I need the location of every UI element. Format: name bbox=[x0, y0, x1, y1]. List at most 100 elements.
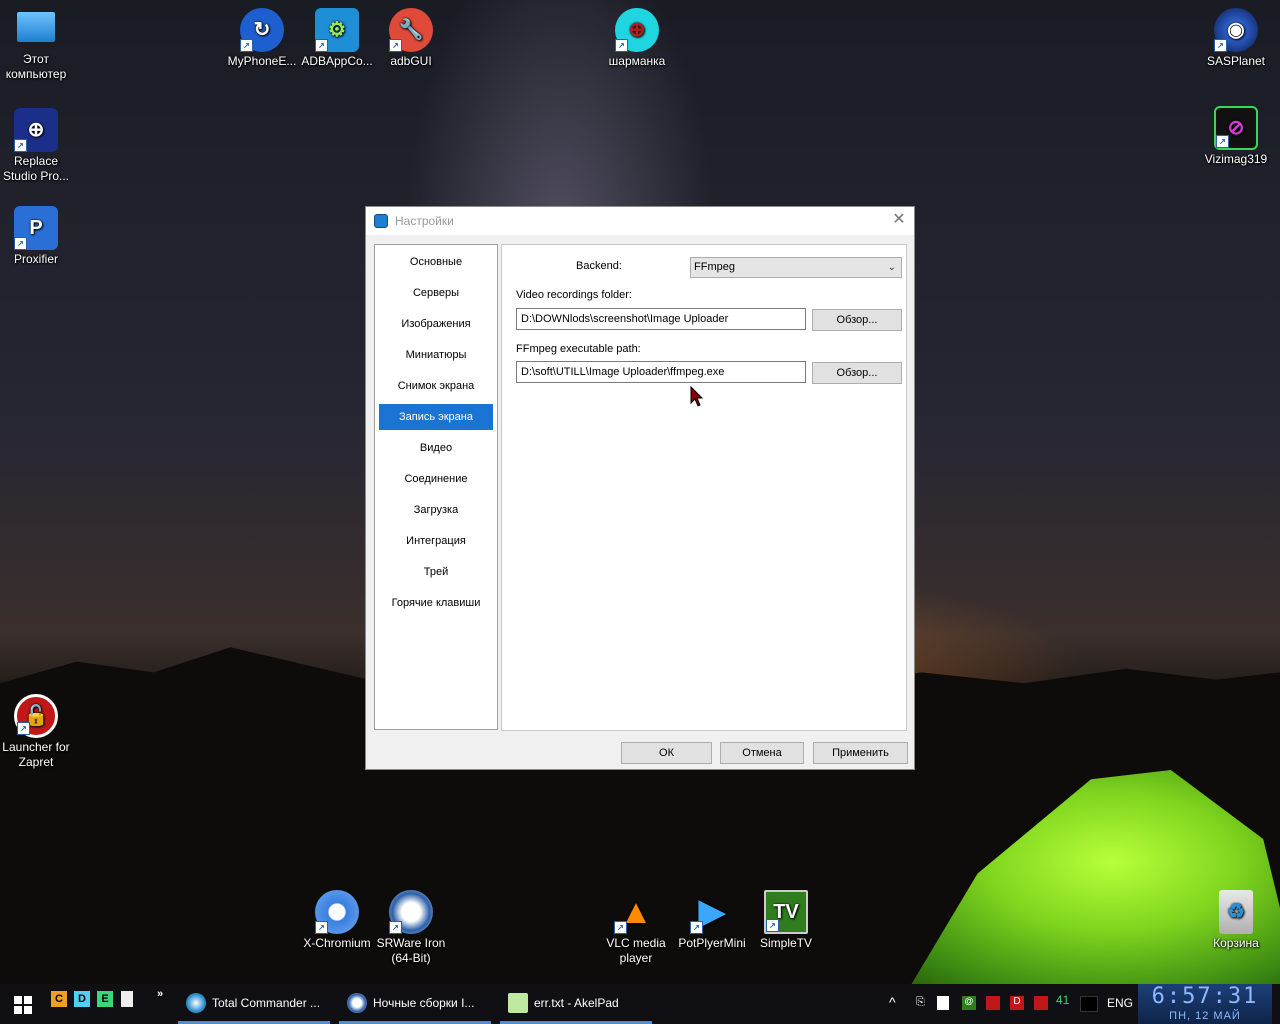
notepad-icon bbox=[508, 993, 528, 1013]
tray-app-icon[interactable] bbox=[1080, 996, 1098, 1012]
quicklaunch-overflow-button[interactable]: » bbox=[152, 986, 168, 1002]
close-icon[interactable]: ✕ bbox=[884, 207, 914, 235]
clock-time: 6:57:31 bbox=[1151, 984, 1259, 1009]
desktop-icon-vizimag[interactable]: ⊘ ↗ Vizimag319 bbox=[1198, 106, 1274, 167]
desktop-icon-label: adbGUI bbox=[390, 54, 432, 68]
chevron-down-icon: ⌄ bbox=[887, 262, 896, 273]
nav-item-hotkeys[interactable]: Горячие клавиши bbox=[379, 590, 493, 616]
backend-label: Backend: bbox=[576, 260, 622, 272]
nav-item-general[interactable]: Основные bbox=[379, 249, 493, 275]
desktop-icon-label: шарманка bbox=[608, 54, 666, 68]
nav-item-tray[interactable]: Трей bbox=[379, 559, 493, 585]
desktop-icon-label: Vizimag319 bbox=[1204, 152, 1268, 166]
iron-icon: ↗ bbox=[389, 890, 433, 934]
desktop-icon-simpletv[interactable]: TV ↗ SimpleTV bbox=[748, 890, 824, 951]
desktop-icon-replace-studio[interactable]: ⊕ ↗ Replace Studio Pro... bbox=[0, 108, 74, 184]
android-icon: ⚙ ↗ bbox=[315, 8, 359, 52]
nav-item-images[interactable]: Изображения bbox=[379, 311, 493, 337]
clock[interactable]: 6:57:31 ПН, 12 МАЙ bbox=[1138, 984, 1272, 1024]
backend-value: FFmpeg bbox=[694, 261, 735, 273]
task-akelpad[interactable]: err.txt - AkelPad bbox=[500, 984, 652, 1024]
binoculars-icon: ⊕ ↗ bbox=[14, 108, 58, 152]
desktop-icon-label: Launcher for Zapret bbox=[2, 740, 70, 769]
computer-icon bbox=[17, 12, 55, 42]
tray-app-icon[interactable]: @ bbox=[962, 996, 976, 1010]
tray-app-icon[interactable] bbox=[986, 996, 1000, 1010]
desktop-icon-label: SRWare Iron (64-Bit) bbox=[376, 936, 446, 965]
desktop-icon-this-pc[interactable]: Этот компьютер bbox=[0, 8, 74, 82]
video-folder-input[interactable]: D:\DOWNlods\screenshot\Image Uploader bbox=[516, 308, 806, 330]
apply-button[interactable]: Применить bbox=[813, 742, 908, 764]
backend-select[interactable]: FFmpeg ⌄ bbox=[690, 257, 902, 278]
windows-start-icon[interactable] bbox=[14, 996, 32, 1014]
nav-item-screen-recording[interactable]: Запись экрана bbox=[379, 404, 493, 430]
cancel-button[interactable]: Отмена bbox=[720, 742, 804, 764]
desktop-icon-label: Replace Studio Pro... bbox=[2, 154, 70, 183]
tray-overflow-chevron-icon[interactable]: ^ bbox=[889, 994, 896, 1010]
lock-icon: 🔓 ↗ bbox=[14, 694, 58, 738]
desktop-icon-label: MyPhoneE... bbox=[227, 54, 297, 68]
paperclip-icon[interactable]: ⎘ bbox=[916, 996, 925, 1009]
sync-icon: ↻ ↗ bbox=[240, 8, 284, 52]
desktop-icon-proxifier[interactable]: P ↗ Proxifier bbox=[0, 206, 74, 267]
nav-item-screenshot[interactable]: Снимок экрана bbox=[379, 373, 493, 399]
video-folder-label: Video recordings folder: bbox=[516, 289, 632, 301]
desktop-icon-label: Proxifier bbox=[13, 252, 58, 266]
tray-app-icon[interactable] bbox=[1034, 996, 1048, 1010]
desktop-icon-adbappcontrol[interactable]: ⚙ ↗ ADBAppCo... bbox=[299, 8, 375, 69]
language-indicator[interactable]: ENG bbox=[1107, 996, 1133, 1010]
browse-ffmpeg-button[interactable]: Обзор... bbox=[812, 362, 902, 384]
nav-item-upload[interactable]: Загрузка bbox=[379, 497, 493, 523]
desktop-icon-adbgui[interactable]: 🔧 ↗ adbGUI bbox=[373, 8, 449, 69]
ffmpeg-path-input[interactable]: D:\soft\UTILL\Image Uploader\ffmpeg.exe bbox=[516, 361, 806, 383]
tv-icon: TV ↗ bbox=[764, 890, 808, 934]
tray-counter[interactable]: 41 bbox=[1056, 993, 1069, 1007]
desktop-icon-launcher-zapret[interactable]: 🔓 ↗ Launcher for Zapret bbox=[0, 694, 74, 770]
desktop-icon-label: SASPlanet bbox=[1206, 54, 1266, 68]
nav-item-servers[interactable]: Серверы bbox=[379, 280, 493, 306]
mouse-cursor-icon bbox=[690, 386, 704, 407]
desktop-icon-recycle-bin[interactable]: ♻ Корзина bbox=[1198, 890, 1274, 951]
task-label: Ночные сборки I... bbox=[373, 996, 475, 1010]
desktop-icon-srware-iron[interactable]: ↗ SRWare Iron (64-Bit) bbox=[373, 890, 449, 966]
total-commander-icon bbox=[186, 993, 206, 1013]
drive-c-icon[interactable]: C bbox=[51, 991, 67, 1007]
ffmpeg-path-label: FFmpeg executable path: bbox=[516, 343, 641, 355]
planet-icon: ◉ ↗ bbox=[1214, 8, 1258, 52]
drive-e-icon[interactable]: E bbox=[97, 991, 113, 1007]
proxifier-icon: P ↗ bbox=[14, 206, 58, 250]
desktop-icon-vlc[interactable]: ▲ ↗ VLC media player bbox=[598, 890, 674, 966]
settings-panel: Backend: FFmpeg ⌄ Video recordings folde… bbox=[501, 244, 907, 731]
desktop-icon-label: X-Chromium bbox=[303, 936, 371, 950]
task-label: err.txt - AkelPad bbox=[534, 996, 619, 1010]
desktop-icon-potplayer[interactable]: ▶ ↗ PotPlyerMini bbox=[674, 890, 750, 951]
task-total-commander[interactable]: Total Commander ... bbox=[178, 984, 330, 1024]
notepad-tray-icon[interactable] bbox=[937, 996, 949, 1010]
desktop-icon-label: VLC media player bbox=[606, 936, 666, 965]
task-nightly-builds[interactable]: Ночные сборки I... bbox=[339, 984, 491, 1024]
ok-button[interactable]: ОК bbox=[621, 742, 712, 764]
desktop-icon-label: Корзина bbox=[1213, 936, 1259, 950]
nav-item-integration[interactable]: Интеграция bbox=[379, 528, 493, 554]
dialog-titlebar[interactable]: Настройки ✕ bbox=[366, 207, 914, 235]
nav-item-connection[interactable]: Соединение bbox=[379, 466, 493, 492]
globe-icon: ⊕ ↗ bbox=[615, 8, 659, 52]
play-icon: ▶ ↗ bbox=[690, 890, 734, 934]
desktop-icon-label: Этот компьютер bbox=[5, 52, 67, 81]
desktop-icon-sasplanet[interactable]: ◉ ↗ SASPlanet bbox=[1198, 8, 1274, 69]
desktop-icon-x-chromium[interactable]: ↗ X-Chromium bbox=[299, 890, 375, 951]
nav-item-video[interactable]: Видео bbox=[379, 435, 493, 461]
task-label: Total Commander ... bbox=[212, 996, 321, 1010]
drive-d-icon[interactable]: D bbox=[74, 991, 90, 1007]
recycle-bin-icon: ♻ bbox=[1219, 890, 1253, 934]
magnet-icon: ⊘ ↗ bbox=[1214, 106, 1258, 150]
browse-video-folder-button[interactable]: Обзор... bbox=[812, 309, 902, 331]
desktop-icon-sharmanka[interactable]: ⊕ ↗ шарманка bbox=[599, 8, 675, 69]
tray-app-icon[interactable]: D bbox=[1010, 996, 1024, 1010]
settings-dialog: Настройки ✕ Основные Серверы Изображения… bbox=[365, 206, 915, 770]
nav-item-thumbnails[interactable]: Миниатюры bbox=[379, 342, 493, 368]
document-icon[interactable] bbox=[121, 991, 133, 1007]
dialog-title: Настройки bbox=[395, 214, 454, 228]
vlc-icon: ▲ ↗ bbox=[614, 890, 658, 934]
desktop-icon-myphoneexplorer[interactable]: ↻ ↗ MyPhoneE... bbox=[224, 8, 300, 69]
